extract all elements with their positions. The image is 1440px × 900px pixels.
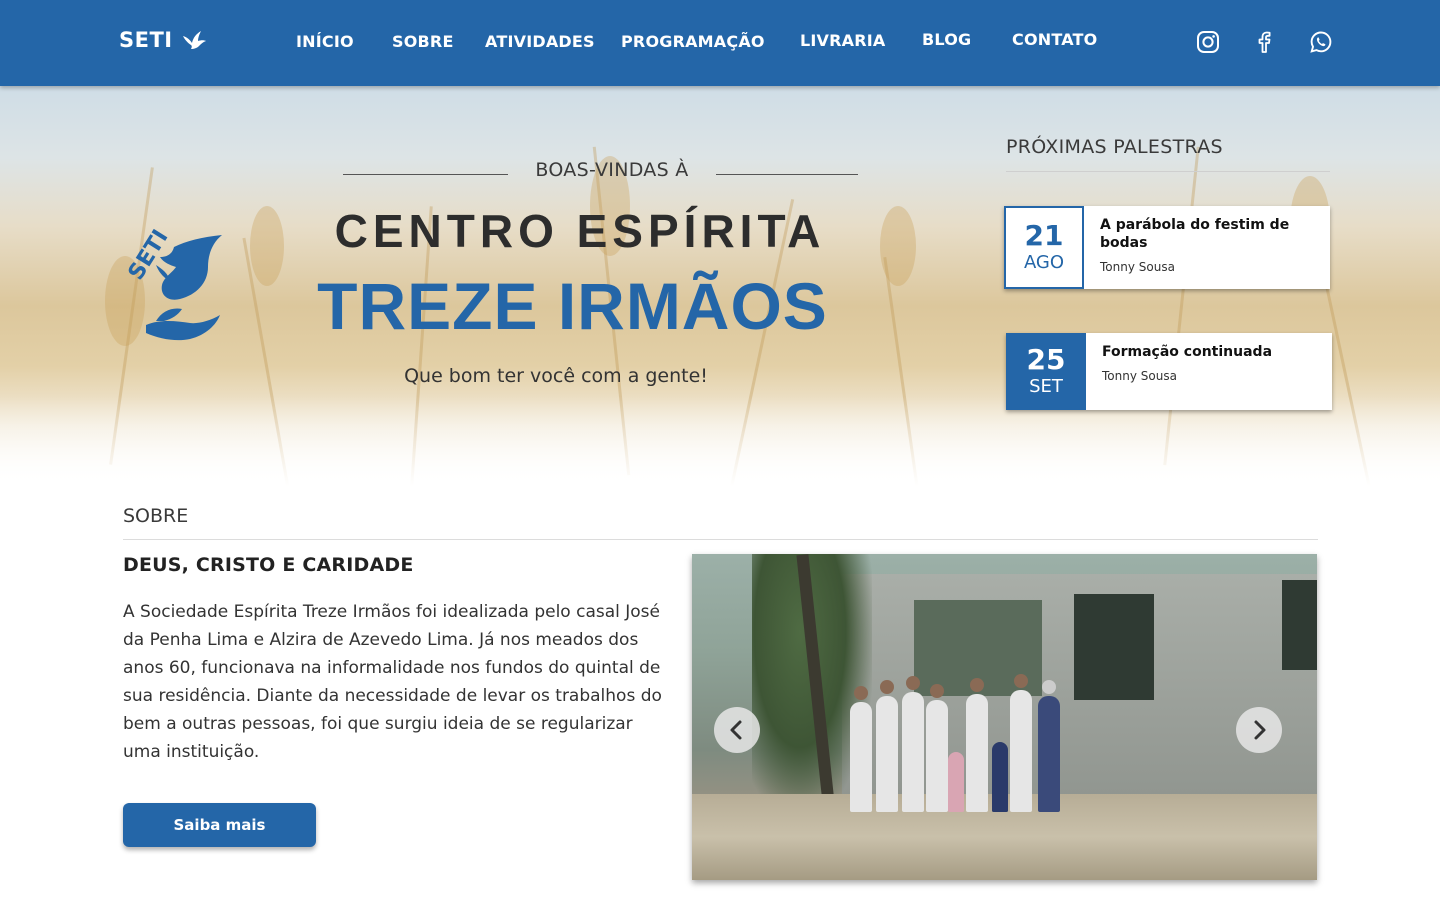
nav-livraria[interactable]: LIVRARIA: [800, 31, 886, 50]
nav-contato[interactable]: CONTATO: [1012, 30, 1097, 49]
instagram-icon[interactable]: [1196, 30, 1220, 54]
chevron-left-icon: [730, 720, 742, 740]
about-photo-carousel: [692, 554, 1317, 880]
photo-head: [1014, 674, 1028, 688]
nav-atividades[interactable]: ATIVIDADES: [485, 32, 595, 51]
nav-sobre[interactable]: SOBRE: [392, 32, 454, 51]
photo-person: [850, 702, 872, 812]
photo-head: [930, 684, 944, 698]
event-date: 21 AGO: [1004, 206, 1084, 289]
photo-head: [854, 686, 868, 700]
wheat-head: [250, 206, 284, 286]
nav-programacao[interactable]: PROGRAMAÇÃO: [621, 32, 765, 51]
whatsapp-icon[interactable]: [1309, 30, 1333, 54]
photo-window: [1074, 594, 1154, 700]
top-navbar: SETI INÍCIO SOBRE ATIVIDADES PROGRAMAÇÃO…: [0, 0, 1440, 86]
facebook-icon[interactable]: [1252, 30, 1276, 54]
photo-head: [1042, 680, 1056, 694]
photo-person: [966, 694, 988, 812]
upcoming-talks-title: PRÓXIMAS PALESTRAS: [1006, 136, 1223, 158]
about-body: A Sociedade Espírita Treze Irmãos foi id…: [123, 602, 662, 762]
event-card[interactable]: 25 SET Formação continuada Tonny Sousa: [1006, 333, 1332, 410]
event-day: 25: [1026, 342, 1066, 376]
photo-group-of-people: [842, 672, 1062, 812]
photo-person: [1010, 690, 1032, 812]
event-card[interactable]: 21 AGO A parábola do festim de bodas Ton…: [1004, 206, 1330, 289]
hero-title-line1: CENTRO ESPÍRITA: [334, 205, 826, 257]
photo-window: [1282, 580, 1317, 670]
event-speaker: Tonny Sousa: [1100, 260, 1175, 274]
photo-head: [970, 678, 984, 692]
event-info: A parábola do festim de bodas Tonny Sous…: [1084, 206, 1330, 289]
event-month: AGO: [1023, 251, 1065, 273]
photo-person: [902, 692, 924, 812]
photo-person: [876, 696, 898, 812]
about-rule: [123, 539, 1318, 540]
upcoming-rule: [1006, 171, 1330, 172]
photo-head: [880, 680, 894, 694]
hero-tagline: Que bom ter você com a gente!: [404, 365, 708, 387]
about-section-label: SOBRE: [123, 505, 189, 527]
nav-inicio[interactable]: INÍCIO: [296, 32, 354, 51]
welcome-rule-right: [716, 174, 858, 175]
chevron-right-icon: [1254, 720, 1266, 740]
photo-head: [906, 676, 920, 690]
photo-person: [926, 700, 948, 812]
event-speaker: Tonny Sousa: [1102, 369, 1177, 383]
brand-logo-link[interactable]: SETI: [119, 28, 207, 52]
photo-person: [992, 742, 1008, 812]
hero-title-line2: TREZE IRMÃOS: [317, 269, 828, 343]
dove-icon: [182, 31, 206, 49]
welcome-rule-left: [343, 174, 508, 175]
brand-name: SETI: [119, 28, 173, 52]
welcome-text: BOAS-VINDAS À: [535, 159, 689, 181]
seti-dove-hand-logo: SETI: [124, 226, 222, 341]
about-heading: DEUS, CRISTO E CARIDADE: [123, 554, 414, 576]
nav-blog[interactable]: BLOG: [922, 30, 971, 49]
photo-person: [948, 752, 964, 812]
photo-person: [1038, 696, 1060, 812]
event-day: 21: [1024, 218, 1064, 252]
carousel-prev-button[interactable]: [714, 707, 760, 753]
carousel-next-button[interactable]: [1236, 707, 1282, 753]
event-title: A parábola do festim de bodas: [1100, 217, 1290, 251]
saiba-mais-button[interactable]: Saiba mais: [123, 803, 316, 847]
event-date: 25 SET: [1006, 333, 1086, 410]
event-info: Formação continuada Tonny Sousa: [1086, 333, 1332, 410]
wheat-head: [880, 206, 916, 286]
event-title: Formação continuada: [1102, 344, 1273, 360]
event-month: SET: [1029, 375, 1063, 397]
